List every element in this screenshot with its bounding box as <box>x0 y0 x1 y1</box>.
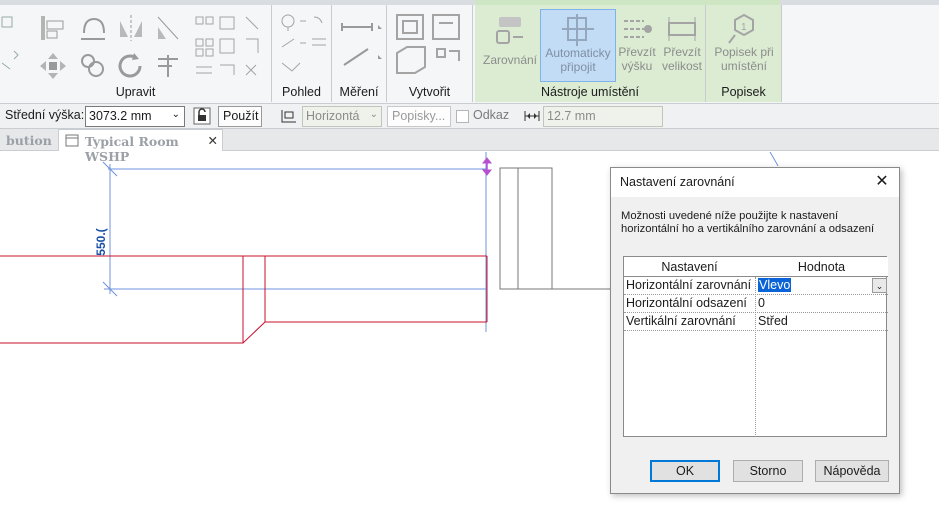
grid-row-0-value[interactable]: Vlevo ⌄ <box>756 277 888 295</box>
grid-line <box>624 312 888 313</box>
measure-icon[interactable] <box>340 15 384 75</box>
mirror-draw-icon[interactable] <box>154 13 182 43</box>
panel-pohled: Pohled <box>272 5 332 102</box>
mirror-axis-icon[interactable] <box>116 13 146 43</box>
view-tab-strip: bution Typical Room WSHP ✕ <box>0 129 939 164</box>
storno-button[interactable]: Storno <box>733 460 803 482</box>
auto-connect-icon <box>541 10 615 46</box>
automaticky-label-1: Automaticky <box>545 46 611 60</box>
dialog-title: Nastavení zarovnání <box>620 175 735 189</box>
prevzit-vysku-button[interactable]: Převzít výšku <box>616 9 658 79</box>
copy-icon[interactable] <box>78 51 108 81</box>
automaticky-pripojit-button[interactable]: Automaticky připojit <box>540 9 616 82</box>
select-dropdown-icon[interactable] <box>0 11 22 71</box>
panel-vytvorit: Vytvořit <box>387 5 473 102</box>
chevron-down-icon: ⌄ <box>171 109 180 120</box>
horizontal-alignment-value: Vlevo <box>758 278 792 292</box>
panel-nastroje-umisteni: Zarovnání Automaticky připojit Převzít v… <box>475 5 706 102</box>
rotate-icon[interactable] <box>116 51 146 81</box>
close-icon[interactable]: ✕ <box>873 173 891 191</box>
duct-segment[interactable] <box>0 255 488 344</box>
align-icon[interactable] <box>38 13 66 43</box>
alignment-settings-dialog: Nastavení zarovnání ✕ Možnosti uvedené n… <box>610 167 900 494</box>
zarovnani-icon <box>479 9 541 49</box>
inherit-elevation-icon <box>616 9 658 45</box>
prevzit-label-2: Převzít <box>663 45 701 59</box>
grid-row-1-name[interactable]: Horizontální odsazení <box>624 295 755 313</box>
dimension-text[interactable]: 550.( <box>94 228 108 255</box>
grid-row-1-value[interactable]: 0 <box>756 295 888 313</box>
length-icon <box>523 109 541 123</box>
chevron-down-icon[interactable]: ⌄ <box>872 278 887 293</box>
small-tool-icons[interactable] <box>194 15 266 85</box>
equipment-outline[interactable] <box>499 167 616 290</box>
panel-upravit: Upravit <box>0 5 272 102</box>
panel-popisek: 1 Popisek při umístění Popisek <box>706 5 782 102</box>
chevron-down-icon: ⌄ <box>369 109 378 120</box>
tab-distribution[interactable]: bution <box>0 129 58 151</box>
dialog-description: Možnosti uvedené níže použijte k nastave… <box>621 210 875 235</box>
stredni-vyska-value: 3073.2 mm <box>89 109 152 123</box>
grid-column-line <box>755 277 756 437</box>
vysku-label: výšku <box>621 59 653 73</box>
panel-title-upravit: Upravit <box>115 85 156 99</box>
popisky-button[interactable]: Popisky... <box>387 106 451 127</box>
close-icon[interactable]: ✕ <box>208 133 218 148</box>
umisteni-label: umístění <box>720 59 768 73</box>
length-field[interactable]: 12.7 mm <box>543 106 663 127</box>
grid-row-2-value[interactable]: Střed <box>756 313 888 331</box>
zarovnani-label: Zarovnání <box>482 53 538 67</box>
grid-header-nastaveni: Nastavení <box>624 257 756 277</box>
trim-extend-icon[interactable] <box>154 51 182 81</box>
odkaz-checkbox[interactable] <box>456 110 469 123</box>
prevzit-label-1: Převzít <box>618 45 656 59</box>
dimension-line[interactable] <box>102 152 487 332</box>
dialog-title-bar[interactable]: Nastavení zarovnání <box>611 168 899 197</box>
odkaz-label: Odkaz <box>473 108 510 122</box>
popisek-pri-umisteni-button[interactable]: 1 Popisek při umístění <box>710 9 778 79</box>
napoveda-button[interactable]: Nápověda <box>815 460 889 482</box>
tag-icon: 1 <box>710 9 778 45</box>
view-tool-icons[interactable] <box>278 13 328 73</box>
justification-icon[interactable] <box>280 108 298 124</box>
grid-header-hodnota: Hodnota <box>755 257 888 277</box>
ribbon: Upravit Pohled Měření Vytvořit Zarovnání <box>0 0 939 103</box>
grid-line <box>624 330 888 331</box>
options-bar: Střední výška: 3073.2 mm ⌄ Použít Horizo… <box>0 103 939 129</box>
view-icon <box>65 134 79 147</box>
offset-icon[interactable] <box>78 13 108 43</box>
move-icon[interactable] <box>38 51 68 81</box>
drag-grip-icon[interactable] <box>481 157 493 176</box>
orientation-value: Horizontá <box>306 109 360 123</box>
panel-title-mereni: Měření <box>339 85 379 99</box>
panel-mereni: Měření <box>332 5 387 102</box>
pouzit-button[interactable]: Použít <box>218 106 262 127</box>
create-group-icon[interactable] <box>395 13 467 77</box>
orientation-combo[interactable]: Horizontá ⌄ <box>302 106 382 127</box>
panel-title-popisek: Popisek <box>721 85 766 99</box>
panel-title-vytvorit: Vytvořit <box>408 85 451 99</box>
stredni-vyska-combo[interactable]: 3073.2 mm ⌄ <box>85 106 185 127</box>
stredni-vyska-label: Střední výška: <box>5 108 85 122</box>
ok-button[interactable]: OK <box>650 460 720 482</box>
svg-text:1: 1 <box>741 22 747 33</box>
prevzit-velikost-button[interactable]: Převzít velikost <box>659 9 705 79</box>
panel-title-nastroje: Nástroje umístění <box>541 85 639 99</box>
grid-line <box>624 294 888 295</box>
popisek-label-1: Popisek při <box>714 45 774 59</box>
panel-title-pohled: Pohled <box>282 85 321 99</box>
velikost-label: velikost <box>661 59 702 73</box>
lock-icon[interactable] <box>192 106 212 126</box>
settings-grid[interactable]: Nastavení Hodnota Horizontální zarovnání… <box>623 256 888 437</box>
inherit-size-icon <box>659 9 705 45</box>
grid-row-2-name[interactable]: Vertikální zarovnání <box>624 313 755 331</box>
grid-row-0-name[interactable]: Horizontální zarovnání <box>624 277 755 295</box>
tab-typical-room[interactable]: Typical Room WSHP ✕ <box>58 129 223 164</box>
pripojit-label: připojit <box>560 60 596 74</box>
arc-curve <box>769 151 779 167</box>
zarovnani-button[interactable]: Zarovnání <box>479 9 541 79</box>
